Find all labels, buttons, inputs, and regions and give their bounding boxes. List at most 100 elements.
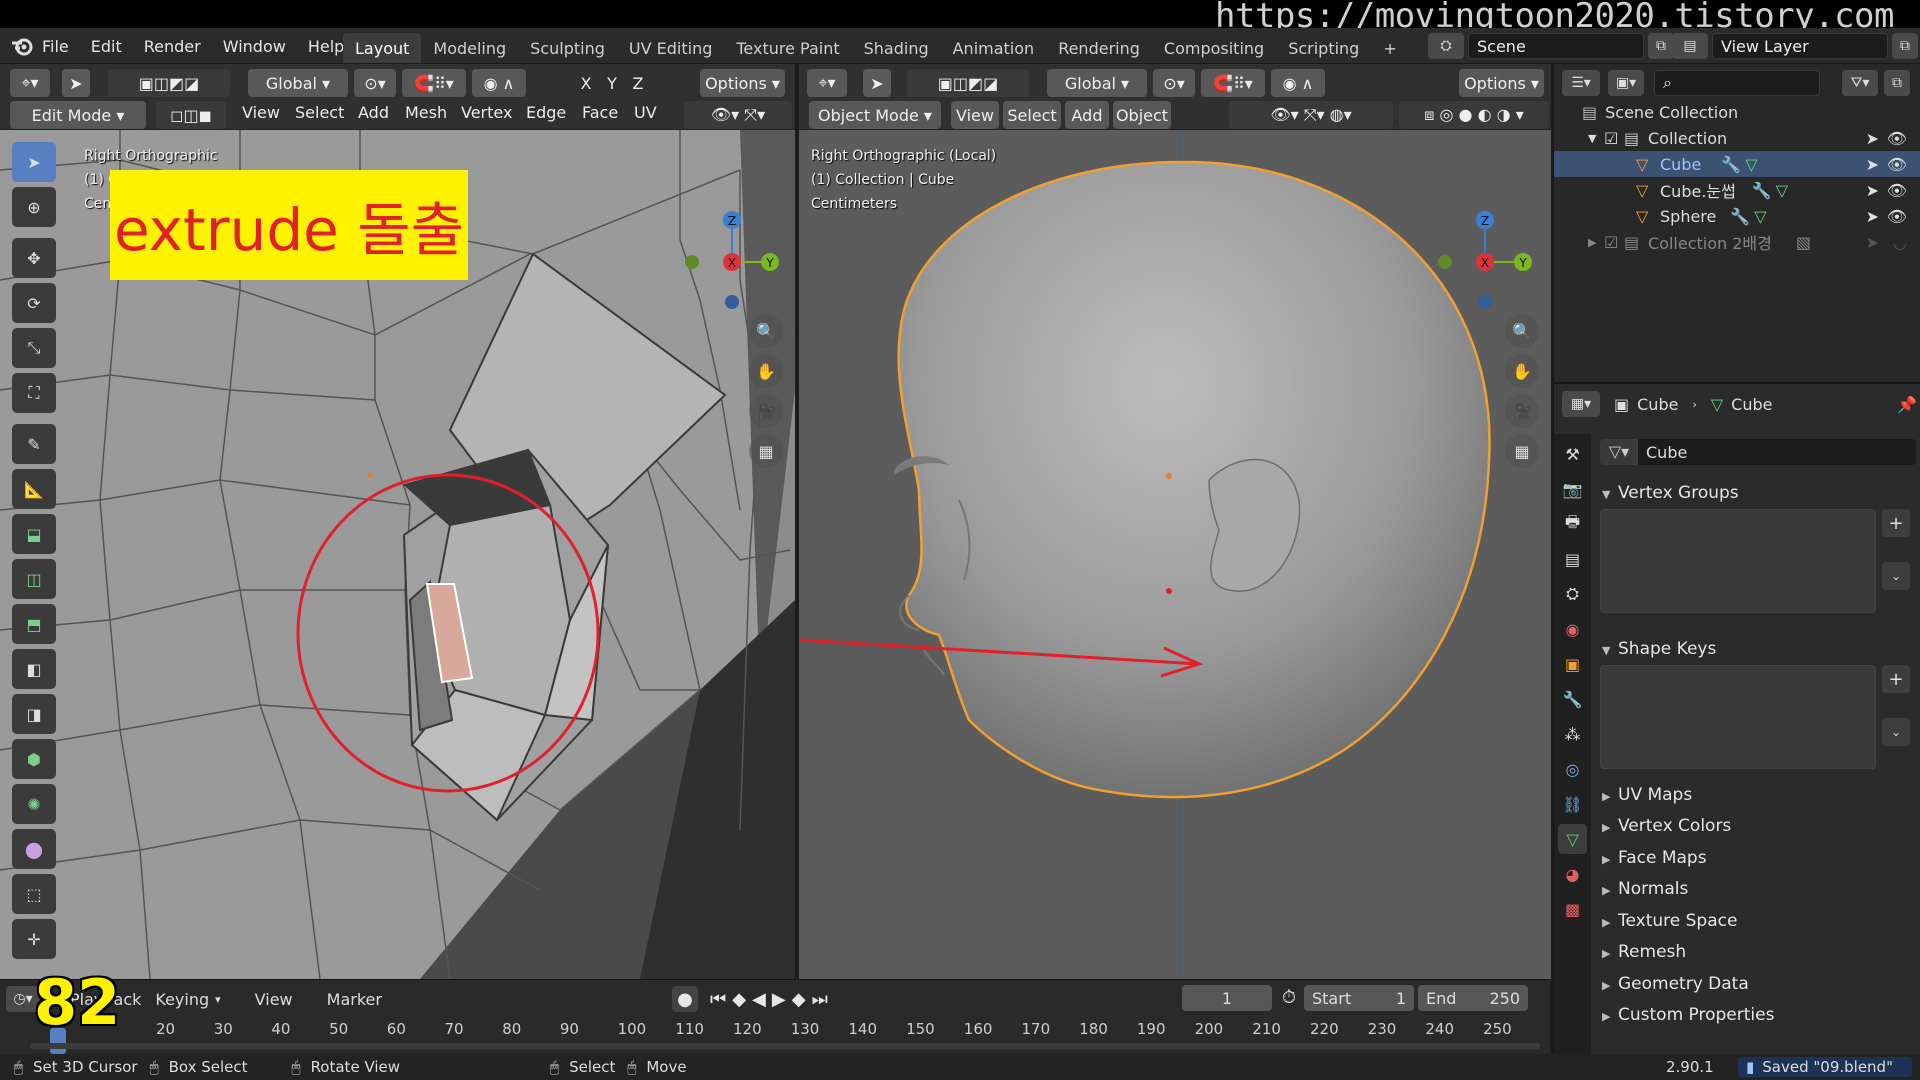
right-camera-icon[interactable]: 🎥 [1505, 394, 1539, 428]
right-snap-icon[interactable]: 🧲⠿▾ [1201, 69, 1265, 97]
tab-texture-paint[interactable]: Texture Paint [724, 33, 851, 63]
image-icon[interactable]: ▧ [1796, 233, 1811, 252]
record-icon[interactable]: ● [672, 986, 698, 1012]
shape-keys-list[interactable] [1600, 665, 1876, 769]
mirror-axis-z[interactable]: Z [626, 69, 650, 97]
outliner-item-cube-eyebrow[interactable]: ▽ Cube.눈썹 🔧 ▽ ➤ 👁 [1554, 177, 1920, 203]
move-vertex-icon[interactable]: ✛ [12, 919, 56, 959]
menu-edit[interactable]: Edit [91, 37, 122, 56]
new-collection-icon[interactable]: ⧉ [1884, 70, 1910, 96]
editor-type-icon[interactable]: ⌖▾ [10, 69, 50, 97]
scene-icon[interactable]: ⛭ [1428, 33, 1464, 59]
tab-rendering[interactable]: Rendering [1046, 33, 1152, 63]
extrude-icon[interactable]: ⬓ [12, 514, 56, 554]
view-layer-tab-icon[interactable]: ▤ [1558, 544, 1587, 574]
mesh-data-field[interactable]: ▽▾ Cube ⛉ [1600, 439, 1916, 465]
mirror-axis-y[interactable]: Y [600, 69, 624, 97]
add-vertex-group-button[interactable]: + [1882, 509, 1910, 537]
shape-keys-header[interactable]: ▼ Shape Keys [1602, 639, 1716, 659]
right-zoom-icon[interactable]: 🔍 [1505, 314, 1539, 348]
visibility-eye-icon[interactable]: 👁 [1887, 155, 1907, 174]
remesh-section[interactable]: ▶ Remesh [1602, 942, 1686, 962]
camera-icon[interactable]: 🎥 [749, 394, 783, 428]
uv-maps-section[interactable]: ▶ UV Maps [1602, 785, 1692, 805]
transform-orientation-dropdown[interactable]: Global ▾ [248, 69, 348, 97]
inset-icon[interactable]: ◫ [12, 559, 56, 599]
right-navigation-gizmo[interactable]: Z Y X [1433, 146, 1543, 316]
new-scene-icon[interactable]: ⧉ [1648, 33, 1674, 59]
move-icon[interactable]: ✥ [12, 238, 56, 278]
start-frame-field[interactable]: Start 1 [1304, 985, 1414, 1011]
render-tab-icon[interactable]: 📷 [1558, 474, 1587, 504]
custom-properties-section[interactable]: ▶ Custom Properties [1602, 1005, 1774, 1025]
modifier-wrench-icon[interactable]: 🔧 [1752, 181, 1772, 200]
current-frame-field[interactable]: 1 [1182, 985, 1272, 1011]
select-box-icon[interactable]: ➤ [12, 142, 56, 182]
normals-section[interactable]: ▶ Normals [1602, 879, 1688, 899]
left-menu-uv[interactable]: UV [634, 103, 657, 122]
outliner-editor-icon[interactable]: ☰▾ [1562, 70, 1600, 96]
right-transform-dropdown[interactable]: Global ▾ [1047, 69, 1147, 97]
tab-compositing[interactable]: Compositing [1152, 33, 1276, 63]
tab-shading[interactable]: Shading [852, 33, 941, 63]
element-select-icons[interactable]: ◻◫◼ [156, 101, 226, 129]
selectable-arrow-icon[interactable]: ➤ [1866, 181, 1879, 200]
physics-tab-icon[interactable]: ◎ [1558, 754, 1587, 784]
world-tab-icon[interactable]: ◉ [1558, 614, 1587, 644]
right-select-tool-icon[interactable]: ➤ [863, 69, 891, 97]
selectable-arrow-icon[interactable]: ➤ [1866, 233, 1879, 252]
edit-mode-dropdown[interactable]: Edit Mode ▾ [10, 101, 146, 129]
outliner-item-cube[interactable]: ▽ Cube 🔧 ▽ ➤ 👁 [1554, 151, 1920, 177]
pan-hand-icon[interactable]: ✋ [749, 354, 783, 388]
left-menu-view[interactable]: View [242, 103, 280, 122]
left-menu-face[interactable]: Face [582, 103, 618, 122]
left-navigation-gizmo[interactable]: Z Y X [680, 146, 790, 316]
shear-icon[interactable]: ⬚ [12, 874, 56, 914]
scene-collection-row[interactable]: ▤ Scene Collection [1554, 99, 1920, 125]
pivot-icon[interactable]: ⊙▾ [354, 69, 396, 97]
expand-icon[interactable]: ▼ [1588, 132, 1604, 145]
outliner-search[interactable]: ⌕ [1654, 70, 1820, 96]
right-select-mode-icons[interactable]: ▣◫◩◪ [907, 69, 1029, 97]
right-editor-type-icon[interactable]: ⌖▾ [807, 69, 847, 97]
scale-icon[interactable]: ⤡ [12, 328, 56, 368]
pin-icon[interactable]: 📌 [1897, 395, 1917, 414]
timeline-menu-marker[interactable]: Marker [327, 990, 382, 1009]
selectable-arrow-icon[interactable]: ➤ [1866, 207, 1879, 226]
stopwatch-icon[interactable]: ⏱ [1282, 987, 1296, 1008]
output-tab-icon[interactable]: 🖶 [1558, 509, 1587, 539]
view-layer-field[interactable]: View Layer [1712, 33, 1888, 59]
bevel-icon[interactable]: ⬒ [12, 604, 56, 644]
left-menu-edge[interactable]: Edge [526, 103, 566, 122]
menu-file[interactable]: File [42, 37, 69, 56]
tab-uv-editing[interactable]: UV Editing [617, 33, 724, 63]
right-menu-object[interactable]: Object [1113, 101, 1171, 129]
modifier-wrench-icon[interactable]: 🔧 [1730, 207, 1750, 226]
select-tool-icon[interactable]: ➤ [62, 69, 90, 97]
right-menu-select[interactable]: Select [1003, 101, 1061, 129]
tool-tab-icon[interactable]: ⚒ [1558, 439, 1587, 469]
select-mode-icons[interactable]: ▣◫◩◪ [108, 69, 230, 97]
blender-logo-icon[interactable] [10, 35, 34, 57]
selectable-arrow-icon[interactable]: ➤ [1866, 129, 1879, 148]
filter-icon[interactable]: ⛛▾ [1842, 70, 1878, 96]
saved-notification[interactable]: ▮ Saved "09.blend" [1738, 1057, 1912, 1077]
left-viewport[interactable]: ⌖▾ ➤ ▣◫◩◪ Global ▾ ⊙▾ 🧲⠿▾ ◉ ∧ X Y Z Opti… [0, 64, 795, 979]
left-options-dropdown[interactable]: Options ▾ [700, 69, 785, 97]
add-shape-key-button[interactable]: + [1882, 665, 1910, 693]
tab-sculpting[interactable]: Sculpting [518, 33, 617, 63]
rotate-icon[interactable]: ⟳ [12, 283, 56, 323]
timeline-scrollbar[interactable] [30, 1043, 1540, 1049]
play-icon[interactable]: ▶ [772, 989, 786, 1010]
tab-animation[interactable]: Animation [941, 33, 1047, 63]
left-overlay-icons[interactable]: 👁▾ ⤧▾ [684, 101, 792, 129]
proportional-edit-icon[interactable]: ◉ ∧ [472, 69, 526, 97]
shading-mode-icons[interactable]: ⧈ ◎ ● ◐ ◑ ▾ [1399, 101, 1549, 129]
checkbox-icon[interactable]: ☑ [1604, 129, 1624, 148]
right-options-dropdown[interactable]: Options ▾ [1459, 69, 1544, 97]
menu-help[interactable]: Help [308, 37, 344, 56]
outliner-item-sphere[interactable]: ▽ Sphere 🔧 ▽ ➤ 👁 [1554, 203, 1920, 229]
grid-icon[interactable]: ▦ [749, 434, 783, 468]
modifier-tab-icon[interactable]: 🔧 [1558, 684, 1587, 714]
material-tab-icon[interactable]: ◕ [1558, 859, 1587, 889]
